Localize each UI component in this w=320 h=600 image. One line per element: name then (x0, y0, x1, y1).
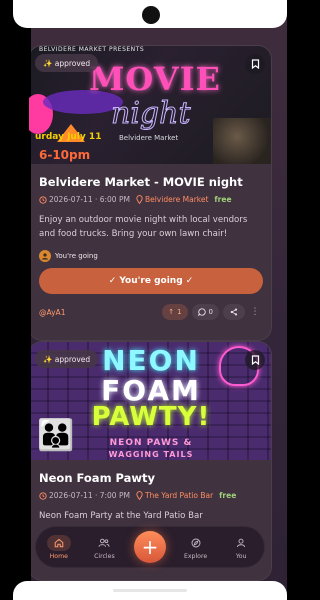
more-options-icon[interactable]: ⋮ (249, 307, 261, 317)
comment-count: 0 (208, 308, 213, 316)
upvote-button[interactable]: ↑ 1 (162, 304, 188, 320)
event-location: The Yard Patio Bar (136, 491, 213, 500)
event-datetime: 2026-07-11 · 7:00 PM (39, 491, 130, 500)
create-event-button[interactable]: + (133, 531, 166, 563)
bottom-nav: Home Circles + Explore You (35, 526, 265, 568)
comment-icon (197, 308, 206, 316)
user-avatar-icon (42, 253, 48, 260)
event-description: Enjoy an outdoor movie night with local … (39, 215, 248, 239)
author-link[interactable]: @AyA1 (39, 308, 158, 317)
event-datetime: 2026-07-11 · 6:00 PM (39, 195, 130, 204)
poster-time: 6-10pm (39, 148, 91, 162)
nav-explore-label: Explore (183, 552, 208, 560)
home-icon (46, 534, 71, 551)
event-title[interactable]: Belvidere Market - MOVIE night (39, 174, 261, 190)
event-meta: 2026-07-11 · 6:00 PM Belvidere Market fr… (39, 195, 261, 204)
nav-you-label: You (235, 552, 247, 560)
nav-home-label: Home (49, 552, 68, 560)
location-pin-icon (136, 195, 143, 204)
poster-subhead: night (111, 96, 191, 132)
poster-decoration (213, 118, 271, 164)
event-poster[interactable]: NEON FOAM PAWTY! NEON PAWS & WAGGING TAI… (29, 342, 271, 460)
nav-explore[interactable]: Explore (173, 526, 219, 568)
home-indicator[interactable] (113, 589, 187, 592)
camera-cutout (142, 6, 160, 24)
event-datetime-text: 2026-07-11 · 6:00 PM (49, 195, 130, 204)
event-datetime-text: 2026-07-11 · 7:00 PM (49, 491, 130, 500)
approved-badge: ✨ approved (35, 350, 99, 368)
people-icon (92, 535, 116, 551)
phone-screen: BELVIDERE MARKET PRESENTS MOVIE night ur… (13, 0, 287, 600)
going-button[interactable]: ✓ You're going ✓ (39, 268, 263, 294)
nav-circles[interactable]: Circles (82, 526, 128, 568)
event-title[interactable]: Neon Foam Pawty (39, 470, 261, 486)
event-meta: 2026-07-11 · 7:00 PM The Yard Patio Bar … (39, 491, 261, 500)
event-location-text: The Yard Patio Bar (144, 491, 214, 500)
upvote-count: 1 (177, 308, 182, 316)
attendee-avatar (39, 250, 51, 262)
price-badge: free (219, 491, 237, 500)
price-badge: free (214, 195, 232, 204)
bookmark-icon (251, 355, 259, 365)
event-poster[interactable]: BELVIDERE MARKET PRESENTS MOVIE night ur… (29, 46, 271, 164)
poster-top-text: BELVIDERE MARKET PRESENTS (39, 46, 145, 53)
nav-circles-label: Circles (94, 552, 115, 560)
share-button[interactable] (223, 304, 245, 320)
create-wrapper: + (127, 531, 173, 563)
event-location-text: Belvidere Market (144, 195, 209, 204)
poster-date: urday July 11 (35, 132, 102, 142)
going-label: You're going (55, 252, 98, 260)
comments-button[interactable]: 0 (191, 304, 219, 320)
clock-icon (39, 491, 47, 500)
clock-icon (39, 195, 47, 204)
event-location: Belvidere Market (136, 195, 208, 204)
approved-badge: ✨ approved (35, 54, 99, 72)
bookmark-button[interactable] (245, 350, 265, 370)
family-icon: 👪 (37, 418, 75, 453)
attendees-row: You're going (39, 250, 261, 262)
user-icon (229, 535, 253, 551)
share-icon (230, 308, 238, 316)
poster-location: Belvidere Market (119, 134, 179, 142)
arrow-up-icon: ↑ (168, 308, 175, 316)
nav-you[interactable]: You (218, 526, 264, 568)
bookmark-icon (251, 59, 259, 69)
nav-home[interactable]: Home (36, 526, 82, 568)
bookmark-button[interactable] (245, 54, 265, 74)
event-feed[interactable]: BELVIDERE MARKET PRESENTS MOVIE night ur… (13, 28, 287, 600)
event-card[interactable]: BELVIDERE MARKET PRESENTS MOVIE night ur… (28, 45, 272, 341)
location-pin-icon (136, 491, 143, 500)
card-footer: @AyA1 ↑ 1 0 ⋮ (39, 303, 261, 321)
compass-icon (184, 535, 208, 551)
event-description: Neon Foam Party at the Yard Patio Bar (39, 511, 203, 521)
poster-headline: MOVIE (89, 60, 221, 98)
